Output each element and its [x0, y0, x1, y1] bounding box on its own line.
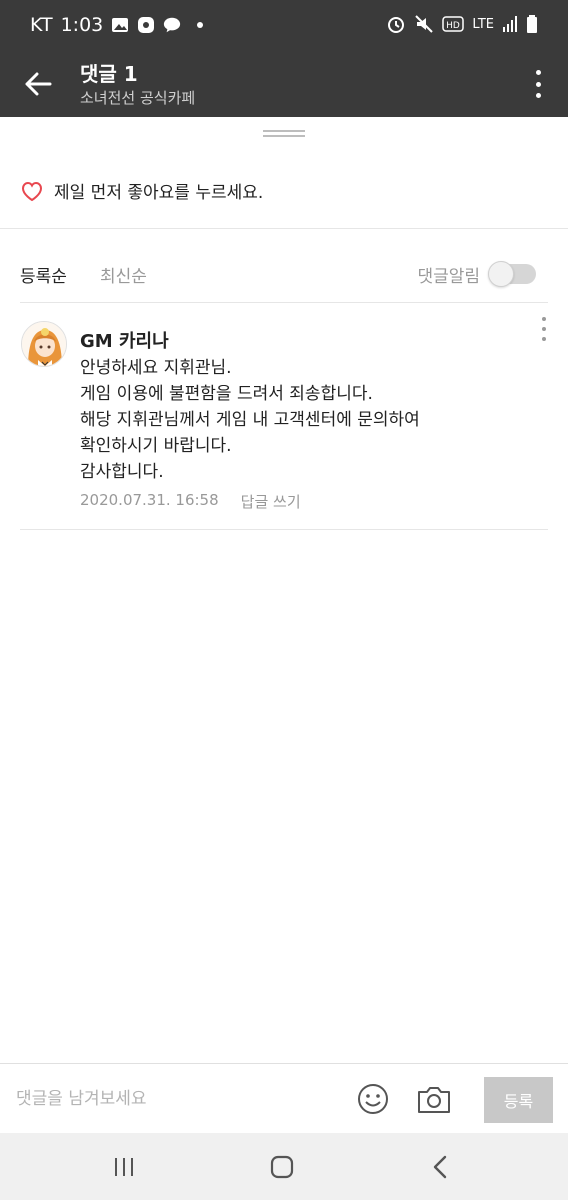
comment-notify-toggle[interactable]: [488, 261, 536, 287]
more-dot-icon: [542, 327, 546, 331]
home-button[interactable]: [262, 1151, 302, 1183]
like-prompt: 제일 먼저 좋아요를 누르세요.: [54, 183, 264, 203]
reply-button[interactable]: 답글 쓰기: [241, 491, 301, 512]
kakaotalk-icon: [164, 17, 181, 33]
back-nav-button[interactable]: [420, 1151, 460, 1183]
back-button[interactable]: [18, 64, 58, 104]
svg-text:HD: HD: [447, 21, 461, 31]
sort-row: 등록순 최신순 댓글알림: [20, 261, 548, 288]
comment-body: 안녕하세요 지휘관님. 게임 이용에 불편함을 드려서 죄송합니다. 해당 지휘…: [80, 355, 530, 485]
sort-by-latest-tab[interactable]: 최신순: [100, 262, 147, 287]
sort-by-registered-tab[interactable]: 등록순: [20, 262, 67, 287]
more-dot-icon: [542, 337, 546, 341]
gallery-icon: [112, 18, 129, 32]
carrier-label: KT: [30, 14, 53, 36]
heart-icon[interactable]: [20, 180, 44, 202]
page-title: 댓글 1: [80, 62, 138, 86]
camera-icon[interactable]: [416, 1083, 452, 1115]
comment-author[interactable]: GM 카리나: [80, 327, 169, 353]
more-dot-icon: [542, 317, 546, 321]
sheet-drag-handle[interactable]: [263, 130, 305, 138]
toggle-knob: [488, 261, 514, 287]
signal-icon: [503, 16, 517, 32]
submit-comment-button[interactable]: 등록: [484, 1077, 553, 1123]
more-options-button[interactable]: [530, 66, 546, 102]
comment-notify-label: 댓글알림: [417, 267, 480, 287]
hd-voice-icon: HD: [442, 16, 465, 32]
avatar[interactable]: [21, 321, 67, 367]
home-icon: [270, 1155, 294, 1179]
status-bar: KT 1:03 HD LTE: [0, 0, 568, 52]
comment-line: 게임 이용에 불편함을 드려서 죄송합니다.: [80, 384, 373, 404]
app-header: 댓글 1 소녀전선 공식카페: [0, 52, 568, 117]
character-avatar-icon: [22, 322, 66, 366]
recent-apps-button[interactable]: [104, 1151, 144, 1183]
more-dot-icon: [535, 93, 541, 98]
comment-date: 2020.07.31. 16:58: [80, 491, 219, 509]
comment-input-bar: 등록: [0, 1063, 568, 1133]
clock: 1:03: [60, 14, 104, 36]
like-row[interactable]: 제일 먼저 좋아요를 누르세요.: [20, 178, 263, 203]
back-nav-icon: [433, 1155, 447, 1179]
comment-input[interactable]: [16, 1082, 336, 1116]
comment-meta: 2020.07.31. 16:58 답글 쓰기: [80, 491, 301, 512]
system-nav-bar: [0, 1133, 568, 1200]
comment-line: 감사합니다.: [80, 462, 164, 482]
alarm-icon: [388, 17, 405, 33]
comment-line: 안녕하세요 지휘관님.: [80, 358, 232, 378]
comment-item: GM 카리나 안녕하세요 지휘관님. 게임 이용에 불편함을 드려서 죄송합니다…: [20, 302, 548, 530]
comment-line: 확인하시기 바랍니다.: [80, 436, 232, 456]
battery-icon: [527, 15, 537, 33]
notification-dot: [197, 22, 204, 28]
emoji-icon[interactable]: [356, 1082, 390, 1116]
app-notification-icon: [138, 17, 155, 33]
mute-icon: [415, 15, 434, 33]
comment-line: 해당 지휘관님께서 게임 내 고객센터에 문의하여: [80, 410, 420, 430]
more-dot-icon: [535, 70, 541, 75]
back-arrow-icon: [25, 72, 52, 96]
network-type: LTE: [472, 16, 494, 32]
recent-apps-icon: [115, 1158, 133, 1176]
divider: [0, 228, 568, 229]
more-dot-icon: [535, 81, 541, 87]
comment-options-button[interactable]: [540, 317, 548, 341]
cafe-name: 소녀전선 공식카페: [80, 89, 196, 107]
